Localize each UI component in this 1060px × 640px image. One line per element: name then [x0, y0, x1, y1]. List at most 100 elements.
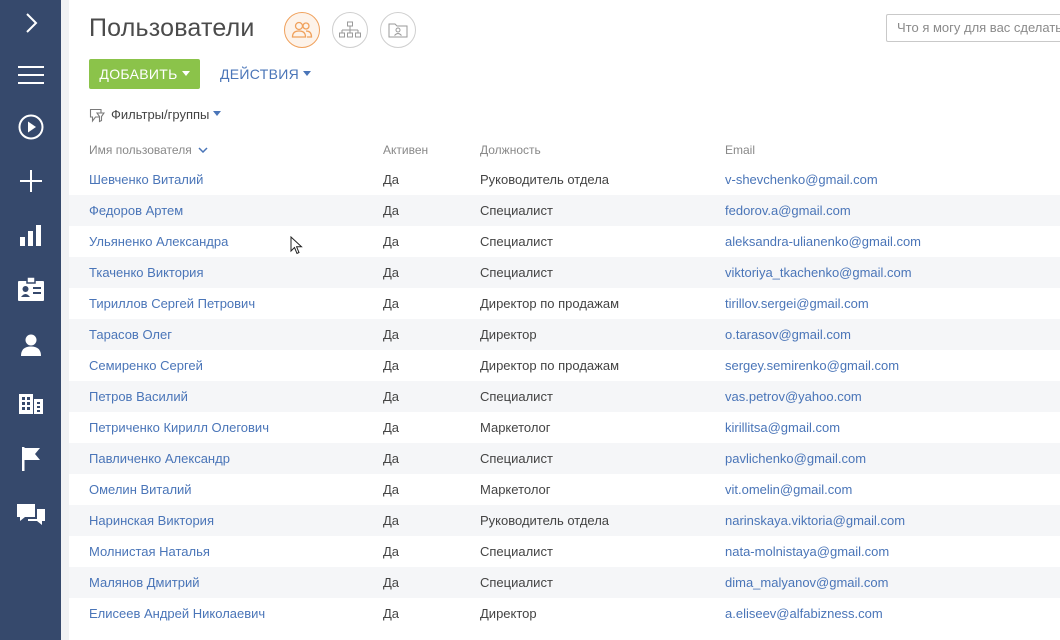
org-structure-icon — [339, 21, 361, 38]
page-title: Пользователи — [89, 14, 255, 42]
table-row[interactable]: Петриченко Кирилл Олегович Да Маркетолог ki… — [69, 412, 1060, 443]
filters-groups-button[interactable]: Фильтры/группы — [89, 105, 222, 125]
caret-down-icon — [213, 111, 222, 116]
sidebar-gap — [61, 0, 69, 640]
column-header-email[interactable]: Email — [725, 140, 755, 160]
table-row[interactable]: Тириллов Сергей Петрович Да Директор по пр… — [69, 288, 1060, 319]
user-name-link[interactable]: Молнистая Наталья — [89, 536, 210, 567]
roles-folder-icon — [388, 23, 408, 38]
email-link[interactable]: sergey.semirenko@gmail.com — [725, 350, 899, 381]
caret-down-icon — [181, 71, 190, 77]
table-row[interactable]: Наринская Виктория Да Руководитель отдела n… — [69, 505, 1060, 536]
active-value: Да — [383, 575, 400, 590]
job-title: Маркетолог — [480, 420, 551, 435]
active-value: Да — [383, 203, 400, 218]
search-input[interactable]: Что я могу для вас сделать? — [886, 14, 1060, 42]
email-link[interactable]: tirillov.sergei@gmail.com — [725, 288, 869, 319]
menu-icon[interactable] — [0, 55, 61, 95]
table-row[interactable]: Семиренко Сергей Да Директор по продажам se… — [69, 350, 1060, 381]
job-title: Маркетолог — [480, 482, 551, 497]
table-row[interactable]: Петров Василий Да Специалист vas.petrov@yah… — [69, 381, 1060, 412]
email-link[interactable]: vit.omelin@gmail.com — [725, 474, 852, 505]
bar-chart-icon[interactable] — [0, 215, 61, 255]
table-row[interactable]: Молнистая Наталья Да Специалист nata-molnis… — [69, 536, 1060, 567]
user-name-link[interactable]: Шевченко Виталий — [89, 164, 203, 195]
active-value: Да — [383, 389, 400, 404]
job-title: Специалист — [480, 451, 553, 466]
user-name-link[interactable]: Федоров Артем — [89, 195, 183, 226]
job-title: Руководитель отдела — [480, 513, 610, 528]
sort-desc-icon — [198, 147, 208, 153]
active-value: Да — [383, 606, 400, 621]
email-link[interactable]: viktoriya_tkachenko@gmail.com — [725, 257, 912, 288]
job-title: Специалист — [480, 234, 553, 249]
user-name-link[interactable]: Петров Василий — [89, 381, 188, 412]
active-value: Да — [383, 544, 400, 559]
play-circle-icon[interactable] — [0, 107, 61, 147]
email-link[interactable]: kirillitsa@gmail.com — [725, 412, 840, 443]
user-name-link[interactable]: Малянов Дмитрий — [89, 567, 199, 598]
email-link[interactable]: pavlichenko@gmail.com — [725, 443, 866, 474]
sidebar — [0, 0, 61, 640]
email-link[interactable]: nata-molnistaya@gmail.com — [725, 536, 889, 567]
add-button[interactable]: ДОБАВИТЬ — [89, 59, 200, 89]
table-row[interactable]: Павличенко Александр Да Специалист pavliche… — [69, 443, 1060, 474]
email-link[interactable]: fedorov.a@gmail.com — [725, 195, 851, 226]
job-title: Специалист — [480, 265, 553, 280]
job-title: Специалист — [480, 389, 553, 404]
org-structure-button[interactable] — [332, 12, 368, 48]
flag-icon[interactable] — [0, 439, 61, 479]
chat-icon[interactable] — [0, 495, 61, 535]
column-header-active[interactable]: Активен — [383, 140, 428, 160]
table-row[interactable]: Федоров Артем Да Специалист fedorov.a@gmail… — [69, 195, 1060, 226]
table-header: Имя пользователя Активен Должность Email — [69, 140, 1060, 160]
email-link[interactable]: aleksandra-ulianenko@gmail.com — [725, 226, 921, 257]
table-row[interactable]: Малянов Дмитрий Да Специалист dima_malyanov… — [69, 567, 1060, 598]
user-name-link[interactable]: Омелин Виталий — [89, 474, 192, 505]
email-link[interactable]: vas.petrov@yahoo.com — [725, 381, 862, 412]
job-title: Специалист — [480, 544, 553, 559]
job-title: Специалист — [480, 575, 553, 590]
user-name-link[interactable]: Тириллов Сергей Петрович — [89, 288, 255, 319]
active-value: Да — [383, 482, 400, 497]
email-link[interactable]: o.tarasov@gmail.com — [725, 319, 851, 350]
user-name-link[interactable]: Павличенко Александр — [89, 443, 230, 474]
active-value: Да — [383, 172, 400, 187]
user-name-link[interactable]: Ткаченко Виктория — [89, 257, 203, 288]
job-title: Директор по продажам — [480, 296, 620, 311]
user-name-link[interactable]: Наринская Виктория — [89, 505, 214, 536]
user-name-link[interactable]: Елисеев Андрей Николаевич — [89, 598, 265, 629]
roles-view-button[interactable] — [380, 12, 416, 48]
table-row[interactable]: Ткаченко Виктория Да Специалист viktoriya_t… — [69, 257, 1060, 288]
user-name-link[interactable]: Семиренко Сергей — [89, 350, 203, 381]
email-link[interactable]: dima_malyanov@gmail.com — [725, 567, 888, 598]
active-value: Да — [383, 358, 400, 373]
person-icon[interactable] — [0, 325, 61, 365]
column-header-job[interactable]: Должность — [480, 140, 541, 160]
job-title: Директор — [480, 327, 537, 342]
actions-button[interactable]: ДЕЙСТВИЯ — [220, 59, 311, 89]
email-link[interactable]: a.eliseev@alfabizness.com — [725, 598, 883, 629]
table-row[interactable]: Тарасов Олег Да Директор o.tarasov@gmail.co… — [69, 319, 1060, 350]
chevron-right-icon[interactable] — [0, 3, 61, 43]
table-row[interactable]: Елисеев Андрей Николаевич Да Директор a.eli… — [69, 598, 1060, 629]
main-content: Пользователи Что я могу для вас сделать?… — [69, 0, 1060, 640]
table-row[interactable]: Шевченко Виталий Да Руководитель отдела v-s… — [69, 164, 1060, 195]
table-row[interactable]: Омелин Виталий Да Маркетолог vit.omelin@gma… — [69, 474, 1060, 505]
active-value: Да — [383, 296, 400, 311]
email-link[interactable]: narinskaya.viktoria@gmail.com — [725, 505, 905, 536]
add-button-label: ДОБАВИТЬ — [99, 66, 178, 82]
job-title: Директор по продажам — [480, 358, 620, 373]
plus-icon[interactable] — [0, 161, 61, 201]
users-table: Шевченко Виталий Да Руководитель отдела v-s… — [69, 164, 1060, 629]
active-value: Да — [383, 451, 400, 466]
building-icon[interactable] — [0, 383, 61, 423]
column-header-name[interactable]: Имя пользователя — [89, 140, 208, 160]
user-name-link[interactable]: Ульяненко Александра — [89, 226, 228, 257]
email-link[interactable]: v-shevchenko@gmail.com — [725, 164, 878, 195]
user-name-link[interactable]: Тарасов Олег — [89, 319, 172, 350]
table-row[interactable]: Ульяненко Александра Да Специалист aleksand… — [69, 226, 1060, 257]
id-card-icon[interactable] — [0, 269, 61, 309]
user-name-link[interactable]: Петриченко Кирилл Олегович — [89, 412, 269, 443]
users-view-button[interactable] — [284, 12, 320, 48]
